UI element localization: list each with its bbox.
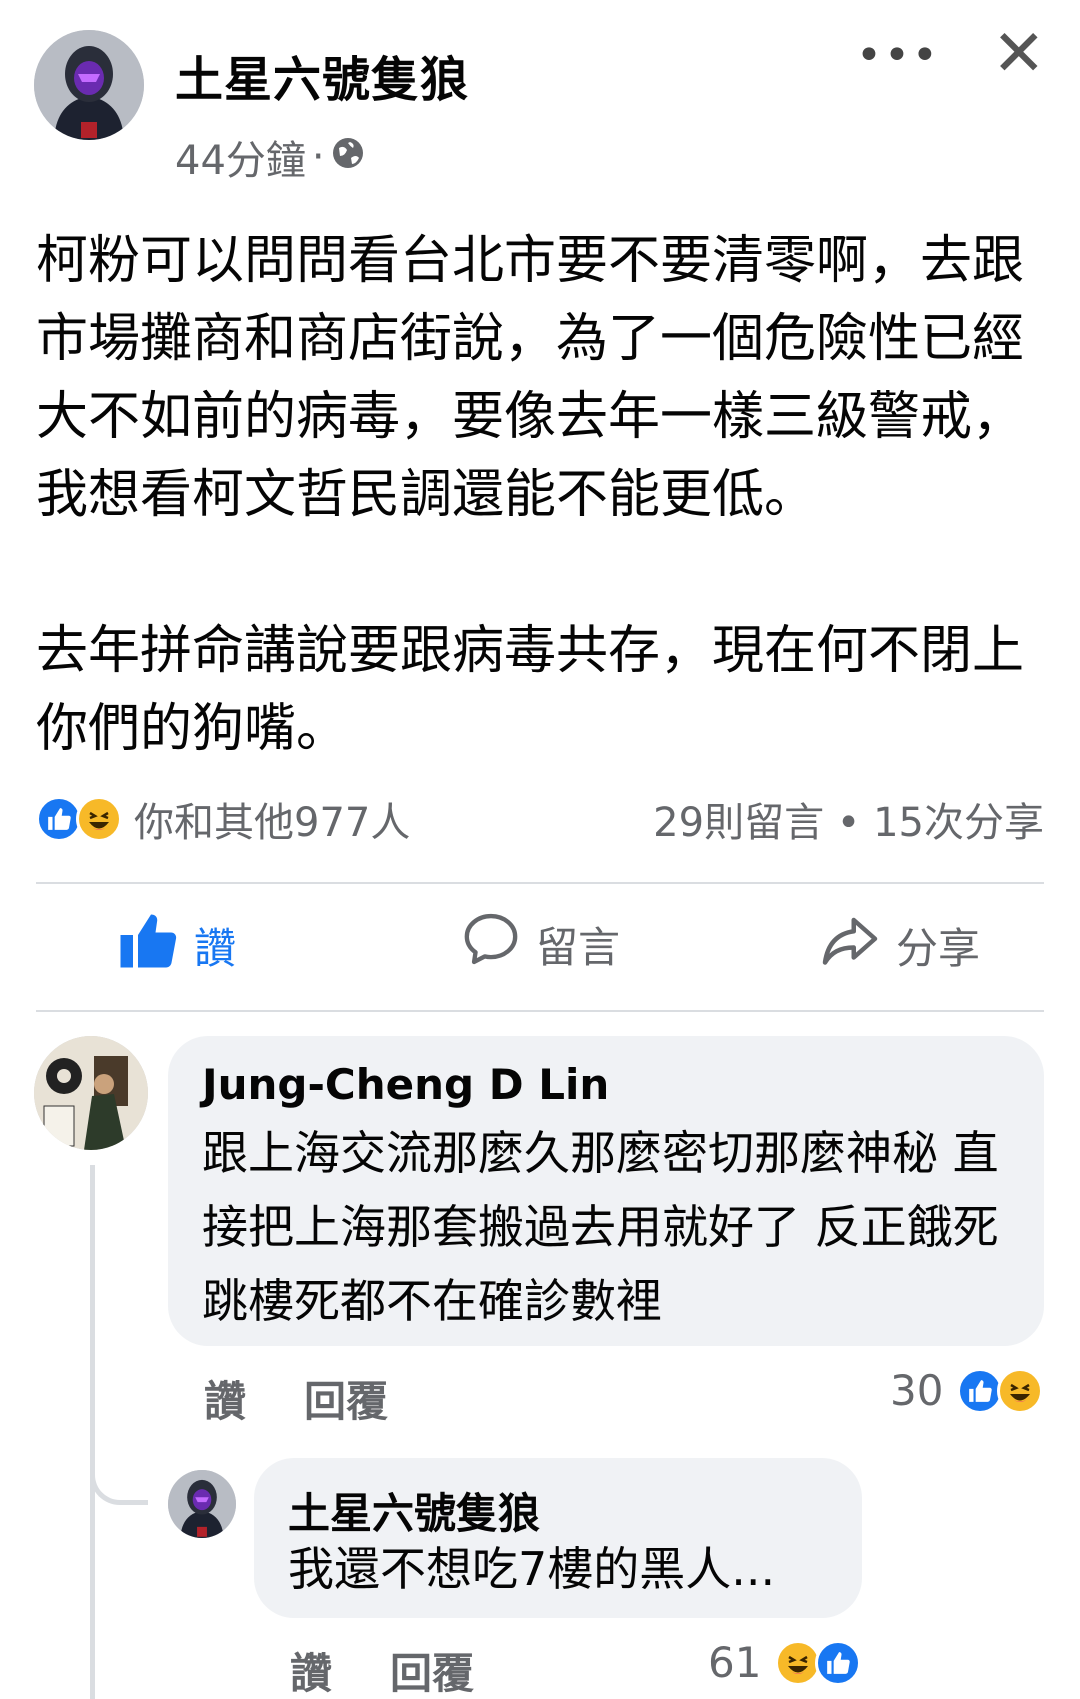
reply-reply-button[interactable]: 回覆 [390, 1640, 474, 1699]
speech-bubble-icon [462, 910, 520, 978]
post-paragraph: 去年拼命講說要跟病毒共存，現在何不閉上你們的狗嘴。 [36, 621, 1025, 759]
like-reaction-icon [815, 1639, 862, 1686]
author-avatar[interactable] [34, 30, 144, 140]
comment-actions: 讚 回覆 [204, 1368, 388, 1429]
post-body: 柯粉可以問問看台北市要不要清零啊，去跟市場攤商和商店街說，為了一個危險性已經大不… [36, 222, 1048, 768]
reply-text: 我還不想吃7樓的黑人... [288, 1542, 776, 1596]
share-button[interactable]: 分享 [820, 910, 980, 980]
reactions-text: 你和其他977人 [134, 800, 411, 846]
comment-like-button[interactable]: 讚 [204, 1368, 246, 1429]
reply-like-button[interactable]: 讚 [290, 1640, 332, 1699]
more-dots-icon: ••• [856, 30, 940, 81]
post-meta: 44分鐘 · [175, 128, 365, 186]
divider [36, 1010, 1044, 1012]
reply-actions: 讚 回覆 [290, 1640, 474, 1699]
post-paragraph: 柯粉可以問問看台北市要不要清零啊，去跟市場攤商和商店街說，為了一個危險性已經大不… [36, 231, 1025, 525]
more-options-button[interactable]: ••• [856, 30, 940, 81]
comments-shares-count[interactable]: 29則留言 • 15次分享 [653, 790, 1044, 848]
reactions-summary[interactable]: 你和其他977人 [36, 790, 410, 848]
reply-reactions[interactable]: 61 [708, 1638, 862, 1687]
author-name[interactable]: 土星六號隻狼 [175, 40, 469, 110]
haha-reaction-icon [76, 796, 122, 842]
comment-text: 跟上海交流那麼久那麼密切那麼神秘 直接把上海那套搬過去用就好了 反正餓死跳樓死都… [202, 1126, 999, 1328]
close-icon: ✕ [992, 17, 1046, 91]
close-button[interactable]: ✕ [992, 22, 1046, 86]
comment-bubble: Jung-Cheng D Lin 跟上海交流那麼久那麼密切那麼神秘 直接把上海那… [168, 1036, 1044, 1346]
post-time[interactable]: 44分鐘 [175, 128, 306, 186]
comment-reply-button[interactable]: 回覆 [304, 1368, 388, 1429]
thread-line [90, 1165, 95, 1699]
like-label: 讚 [194, 923, 237, 973]
commenter-avatar[interactable] [34, 1036, 148, 1150]
comment-reaction-count: 30 [890, 1366, 944, 1415]
comment-label: 留言 [536, 922, 621, 972]
commenter-name[interactable]: Jung-Cheng D Lin [202, 1060, 609, 1109]
thumbs-up-icon [118, 910, 178, 980]
divider [36, 882, 1044, 884]
haha-reaction-icon [997, 1367, 1044, 1414]
share-label: 分享 [896, 923, 981, 973]
share-arrow-icon [820, 910, 880, 980]
reply-bubble: 土星六號隻狼 我還不想吃7樓的黑人... [254, 1458, 862, 1618]
comment-reactions[interactable]: 30 [890, 1366, 1044, 1415]
comment-button[interactable]: 留言 [462, 910, 620, 978]
reply-reaction-count: 61 [708, 1638, 762, 1687]
meta-separator: · [311, 134, 325, 180]
like-button[interactable]: 讚 [118, 910, 236, 980]
thread-connector [90, 1455, 148, 1505]
globe-icon [331, 134, 365, 180]
reply-avatar[interactable] [168, 1470, 236, 1538]
